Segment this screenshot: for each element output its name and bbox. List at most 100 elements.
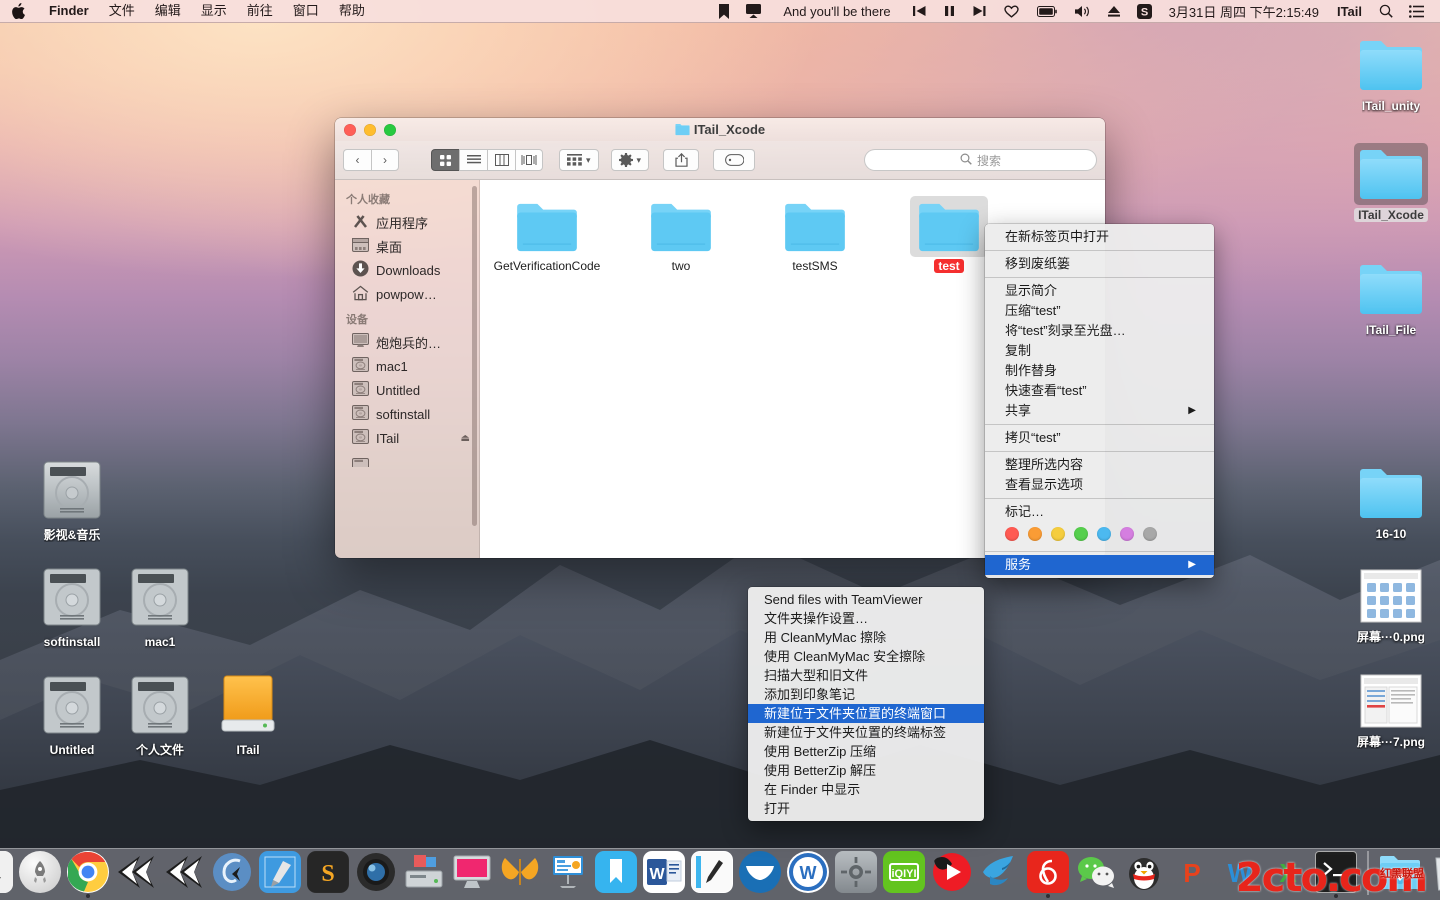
dock-item-wps-pdf[interactable]: P — [1169, 849, 1215, 899]
pause-icon[interactable] — [936, 5, 963, 17]
dock-item-wps-writer[interactable]: W — [785, 849, 831, 899]
ctx-open-in-new-tab[interactable]: 在新标签页中打开 — [985, 227, 1214, 247]
desktop-icon-untitled[interactable]: Untitled — [24, 670, 120, 757]
menu-app-finder[interactable]: Finder — [39, 0, 99, 22]
context-menu[interactable]: 在新标签页中打开 移到废纸篓 显示简介 压缩“test” 将“test”刻录至光… — [985, 224, 1214, 578]
apple-logo-icon[interactable] — [11, 3, 25, 19]
dock-item-xcode[interactable] — [257, 849, 303, 899]
service-folder-action-setup[interactable]: 文件夹操作设置… — [748, 609, 984, 628]
dock-item-notes[interactable] — [689, 849, 735, 899]
menu-go[interactable]: 前往 — [237, 0, 283, 22]
dock-item-system-preferences[interactable] — [833, 849, 879, 899]
dock-item-google-chrome[interactable] — [65, 849, 111, 899]
tag-color-blue[interactable] — [1097, 527, 1111, 541]
file-item-testsms[interactable]: testSMS — [748, 192, 882, 273]
dock-item-screen-sharing[interactable] — [449, 849, 495, 899]
dock-item-iqiyi[interactable]: iQIYI — [881, 849, 927, 899]
spotlight-search-icon[interactable] — [1371, 4, 1401, 18]
tag-color-orange[interactable] — [1028, 527, 1042, 541]
service-betterzip-compress[interactable]: 使用 BetterZip 压缩 — [748, 742, 984, 761]
dock-item-netease-music[interactable] — [1025, 849, 1071, 899]
ctx-clean-up-selection[interactable]: 整理所选内容 — [985, 455, 1214, 475]
tag-color-red[interactable] — [1005, 527, 1019, 541]
sogou-input-icon[interactable]: S — [1129, 4, 1160, 19]
tag-icon[interactable] — [713, 149, 755, 171]
ctx-show-view-options[interactable]: 查看显示选项 — [985, 475, 1214, 495]
menu-window[interactable]: 窗口 — [283, 0, 329, 22]
airplay-icon[interactable] — [738, 4, 769, 18]
dock-item-wps-office[interactable] — [737, 849, 783, 899]
tag-color-gray[interactable] — [1143, 527, 1157, 541]
dock-item-keynote[interactable] — [545, 849, 591, 899]
heart-icon[interactable] — [996, 5, 1027, 18]
service-betterzip-extract[interactable]: 使用 BetterZip 解压 — [748, 761, 984, 780]
ctx-move-to-trash[interactable]: 移到废纸篓 — [985, 254, 1214, 274]
volume-icon[interactable] — [1067, 5, 1099, 18]
gear-icon[interactable]: ▾ — [611, 149, 650, 171]
dock-item-ibooks[interactable] — [593, 849, 639, 899]
ctx-make-alias[interactable]: 制作替身 — [985, 361, 1214, 381]
previous-track-icon[interactable] — [905, 5, 934, 17]
column-view-button[interactable] — [487, 149, 515, 171]
service-new-terminal-tab-at-folder[interactable]: 新建位于文件夹位置的终端标签 — [748, 723, 984, 742]
desktop-icon-personal-files[interactable]: 个人文件 — [112, 670, 208, 757]
finder-titlebar[interactable]: ITail_Xcode — [335, 118, 1105, 141]
menu-edit[interactable]: 编辑 — [145, 0, 191, 22]
sidebar-item-downloads[interactable]: Downloads — [335, 258, 479, 282]
menu-help[interactable]: 帮助 — [329, 0, 375, 22]
service-add-to-evernote[interactable]: 添加到印象笔记 — [748, 685, 984, 704]
dock-item-photo-booth[interactable] — [353, 849, 399, 899]
sidebar-item-partial[interactable] — [335, 450, 479, 474]
arrange-by-button[interactable]: ▾ — [559, 149, 599, 171]
share-icon[interactable] — [663, 149, 699, 171]
ctx-burn-to-disc[interactable]: 将“test”刻录至光盘… — [985, 321, 1214, 341]
ctx-tags[interactable]: 标记… — [985, 502, 1214, 522]
eject-icon[interactable]: ⏏ — [461, 433, 470, 444]
dock-item-microsoft-word[interactable]: W — [641, 849, 687, 899]
bookmark-icon[interactable] — [710, 4, 738, 19]
dock-item-launchpad[interactable] — [17, 849, 63, 899]
battery-icon[interactable] — [1029, 6, 1065, 17]
sidebar-item-untitled[interactable]: Untitled — [335, 378, 479, 402]
ctx-share[interactable]: 共享 ▶ — [985, 401, 1214, 421]
sidebar-scrollbar[interactable] — [472, 186, 477, 526]
chevron-left-icon[interactable]: ‹ — [343, 149, 371, 171]
tag-color-yellow[interactable] — [1051, 527, 1065, 541]
ctx-compress[interactable]: 压缩“test” — [985, 301, 1214, 321]
desktop-icon-screenshot-7[interactable]: 屏幕···7.png — [1343, 670, 1439, 749]
next-track-icon[interactable] — [965, 5, 994, 17]
dock-item-trash[interactable] — [1425, 849, 1440, 899]
dock-item-unity-2[interactable] — [161, 849, 207, 899]
desktop-icon-screenshot-0[interactable]: 屏幕···0.png — [1343, 565, 1439, 644]
service-cleanmymac-secure-erase[interactable]: 使用 CleanMyMac 安全擦除 — [748, 647, 984, 666]
services-submenu[interactable]: Send files with TeamViewer 文件夹操作设置… 用 Cl… — [748, 587, 984, 821]
eject-icon[interactable] — [1099, 5, 1129, 18]
dock-item-disk-utility[interactable] — [401, 849, 447, 899]
sidebar-item-mac1[interactable]: mac1 — [335, 354, 479, 378]
dock-item-sublime-text[interactable]: S — [305, 849, 351, 899]
service-reveal-in-finder[interactable]: 在 Finder 中显示 — [748, 780, 984, 799]
sidebar-item-softinstall[interactable]: softinstall — [335, 402, 479, 426]
coverflow-view-button[interactable] — [515, 149, 543, 171]
desktop-icon-itail-file[interactable]: ITail_File — [1343, 258, 1439, 337]
sidebar-item-itail[interactable]: ITail ⏏ — [335, 426, 479, 450]
dock-item-thunderbird[interactable] — [977, 849, 1023, 899]
icon-view-button[interactable] — [431, 149, 459, 171]
tag-color-purple[interactable] — [1120, 527, 1134, 541]
dock-item-youku[interactable] — [929, 849, 975, 899]
dock-item-wechat[interactable] — [1073, 849, 1119, 899]
tag-color-green[interactable] — [1074, 527, 1088, 541]
dock-item-qq[interactable] — [1121, 849, 1167, 899]
service-open[interactable]: 打开 — [748, 799, 984, 818]
menu-clock[interactable]: 3月31日 周四 下午2:15:49 — [1160, 2, 1328, 21]
desktop-icon-softinstall[interactable]: softinstall — [24, 562, 120, 649]
sidebar-item-home[interactable]: powpow… — [335, 282, 479, 306]
ctx-services[interactable]: 服务 ▶ — [985, 555, 1214, 575]
service-new-terminal-at-folder[interactable]: 新建位于文件夹位置的终端窗口 — [748, 704, 984, 723]
dock-item-unity[interactable] — [113, 849, 159, 899]
desktop-icon-itail-unity[interactable]: ITail_unity — [1343, 34, 1439, 113]
ctx-copy[interactable]: 拷贝“test” — [985, 428, 1214, 448]
notification-center-icon[interactable] — [1401, 5, 1432, 18]
sidebar-item-imac[interactable]: 炮炮兵的… — [335, 330, 479, 354]
desktop-icon-16-10[interactable]: 16-10 — [1343, 462, 1439, 541]
